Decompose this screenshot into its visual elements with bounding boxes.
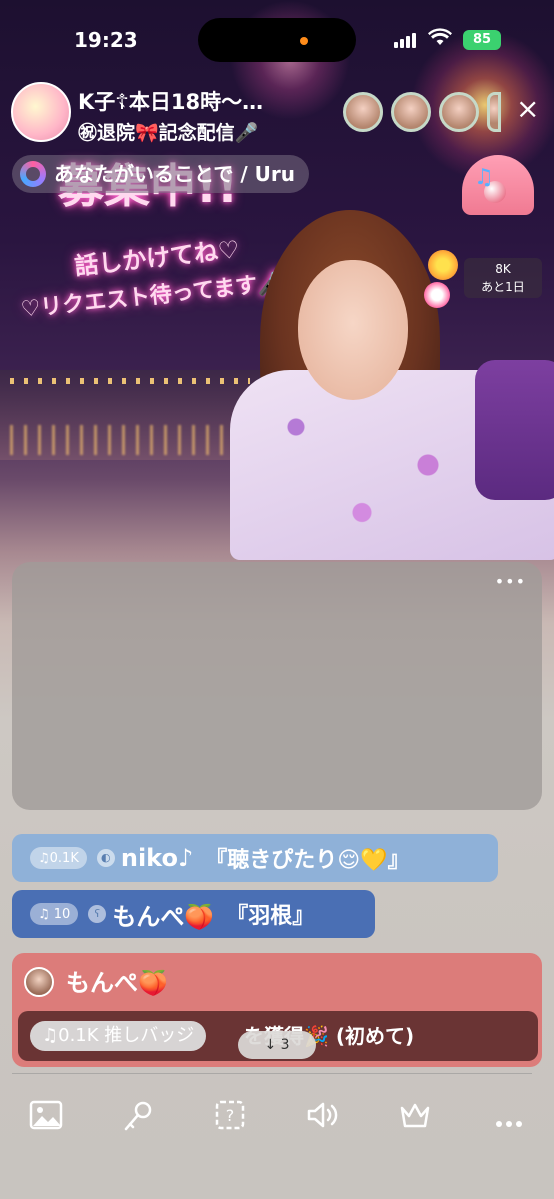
signal-bar xyxy=(412,33,416,48)
speaker-icon[interactable] xyxy=(303,1100,343,1140)
status-time: 19:23 xyxy=(74,28,138,52)
panel-more-button[interactable]: ••• xyxy=(495,572,526,591)
wifi-icon xyxy=(428,28,452,51)
music-disc-icon xyxy=(20,161,46,187)
push-badge: ♫0.1K 推しバッジ xyxy=(30,1021,207,1051)
status-bar: 19:23 85 xyxy=(0,0,554,70)
music-note-icon: ♫ xyxy=(474,165,494,190)
song-title: あなたがいることで / Uru xyxy=(54,162,295,186)
gift-counter-amount: 8K xyxy=(495,262,511,276)
dynamic-island xyxy=(198,18,356,62)
gift-event-button[interactable]: ♫ xyxy=(458,155,540,225)
viewer-avatar[interactable] xyxy=(487,92,501,132)
gift-counter-remaining: あと1日 xyxy=(481,280,525,294)
comment-text: 『聴きぴたり😌💛』 xyxy=(205,848,410,873)
user-avatar[interactable] xyxy=(24,967,54,997)
event-user-name[interactable]: もんぺ🍑 xyxy=(66,963,168,998)
comment-text: 『羽根』 xyxy=(226,904,315,929)
bear-icon: ʕ xyxy=(88,905,107,923)
gift-counter[interactable]: 8K あと1日 xyxy=(464,258,542,298)
listener-badge: ♫ 10 xyxy=(30,903,79,925)
comment-author[interactable]: もんぺ🍑 xyxy=(112,897,214,932)
recording-dot xyxy=(300,37,308,45)
hair-flower-icon xyxy=(424,282,450,308)
now-playing-song[interactable]: あなたがいることで / Uru xyxy=(12,155,309,193)
room-title[interactable]: K子☦本日18時〜… xyxy=(78,86,263,116)
signal-bar xyxy=(394,42,398,48)
viewer-avatars[interactable] xyxy=(343,92,501,132)
divider xyxy=(12,1073,532,1074)
signal-bar xyxy=(406,36,410,48)
microphone-icon[interactable] xyxy=(117,1100,157,1140)
room-subtitle: ㊗退院🎀記念配信🎤 xyxy=(78,122,259,144)
viewer-avatar[interactable] xyxy=(343,92,383,132)
bird-icon: ◐ xyxy=(96,849,115,867)
comment-author[interactable]: niko♪ xyxy=(121,844,193,872)
new-comments-button[interactable]: ↓ 3 xyxy=(238,1031,316,1059)
viewer-avatar[interactable] xyxy=(439,92,479,132)
comment-row[interactable]: ♫0.1K ◐ niko♪ 『聴きぴたり😌💛』 xyxy=(12,834,498,882)
comment-row[interactable]: ♫ 10 ʕ もんぺ🍑 『羽根』 xyxy=(12,890,375,938)
close-button[interactable]: × xyxy=(516,92,539,125)
bottom-toolbar: ? xyxy=(0,1100,554,1150)
viewer-avatar[interactable] xyxy=(391,92,431,132)
more-icon[interactable] xyxy=(489,1100,529,1140)
svg-text:?: ? xyxy=(226,1106,235,1125)
quiz-icon[interactable]: ? xyxy=(210,1100,250,1140)
streamer-avatar[interactable] xyxy=(11,82,71,142)
listener-badge: ♫0.1K xyxy=(30,847,87,869)
image-icon[interactable] xyxy=(26,1100,66,1140)
battery-indicator: 85 xyxy=(463,30,501,50)
signal-bar xyxy=(400,39,404,48)
hair-flower-icon xyxy=(428,250,458,280)
crown-icon[interactable] xyxy=(395,1100,435,1140)
content-panel[interactable]: ••• xyxy=(12,562,542,810)
streamer-image xyxy=(210,200,554,560)
